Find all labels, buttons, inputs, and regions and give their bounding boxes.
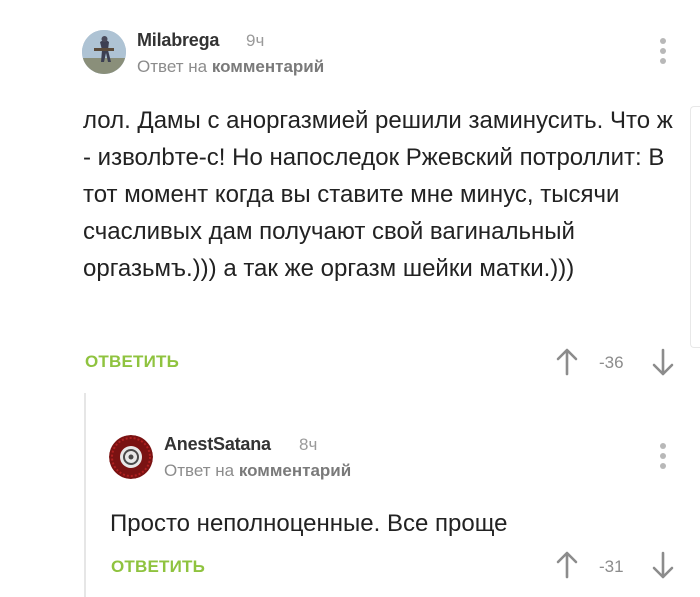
comment-score: -36 (599, 353, 624, 372)
comment-author[interactable]: Milabrega (137, 30, 219, 51)
thread-line[interactable] (84, 393, 86, 597)
reply-to-link[interactable]: Ответ на комментарий (164, 461, 351, 481)
comment-score: -31 (599, 557, 624, 576)
avatar[interactable] (109, 435, 153, 479)
comment-time: 8ч (299, 435, 318, 454)
arrow-down-icon[interactable] (652, 348, 674, 381)
reply-target-link[interactable]: комментарий (212, 57, 324, 76)
scrollbar[interactable] (690, 106, 700, 348)
avatar[interactable] (82, 30, 126, 74)
comment-time: 9ч (246, 31, 265, 50)
arrow-up-icon[interactable] (556, 551, 578, 584)
arrow-down-icon[interactable] (652, 551, 674, 584)
comment-body: Просто неполноценные. Все проще (110, 510, 508, 537)
reply-button[interactable]: ОТВЕТИТЬ (111, 557, 205, 577)
more-vertical-icon[interactable] (660, 38, 666, 68)
more-vertical-icon[interactable] (660, 443, 666, 473)
reply-to-link[interactable]: Ответ на комментарий (137, 57, 324, 77)
reply-button[interactable]: ОТВЕТИТЬ (85, 352, 179, 372)
arrow-up-icon[interactable] (556, 348, 578, 381)
reply-target-link[interactable]: комментарий (239, 461, 351, 480)
comment-body: лол. Дамы с аноргазмией решили заминусит… (83, 107, 673, 282)
comment-author[interactable]: AnestSatana (164, 434, 271, 455)
reply-prefix: Ответ на (137, 57, 208, 76)
reply-prefix: Ответ на (164, 461, 235, 480)
